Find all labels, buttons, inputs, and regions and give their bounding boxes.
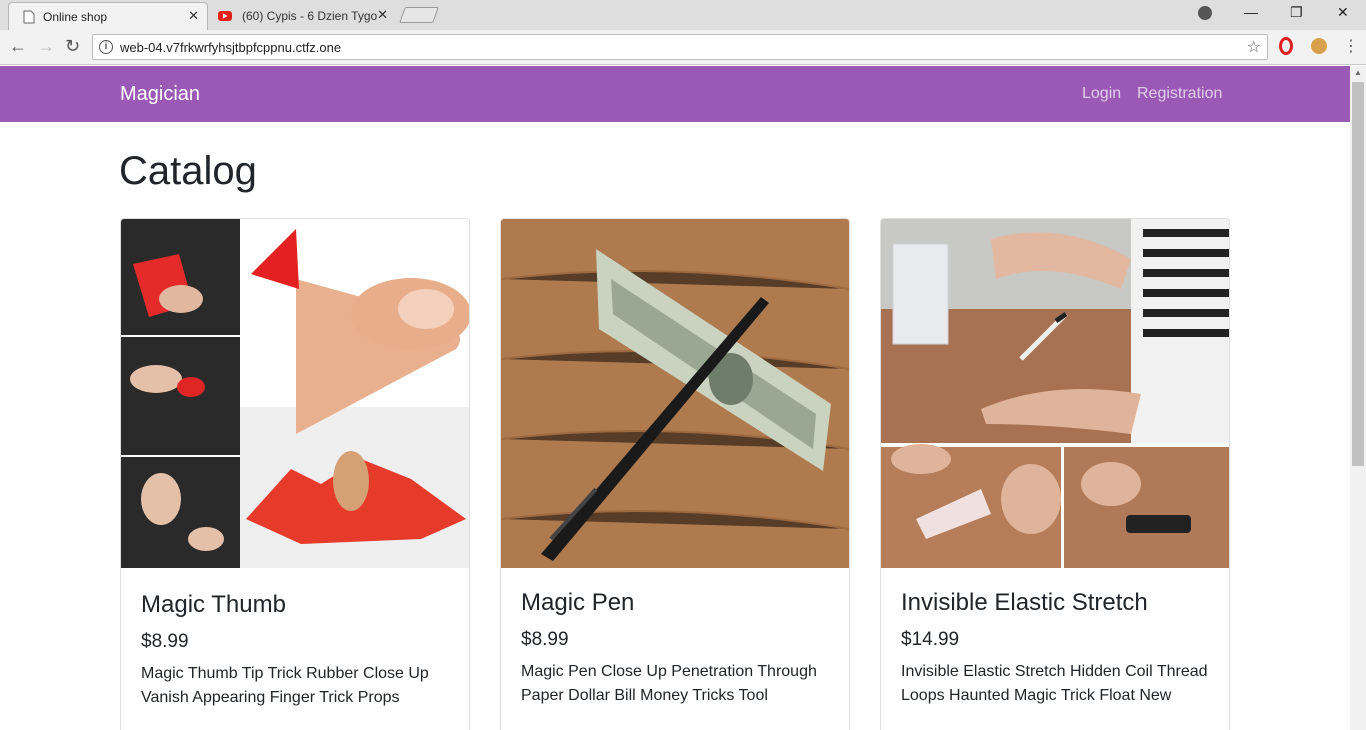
product-description: Magic Pen Close Up Penetration Through P… <box>521 663 817 704</box>
registration-link[interactable]: Registration <box>1137 85 1222 103</box>
close-tab-icon[interactable]: ✕ <box>188 8 199 24</box>
scrollbar-thumb[interactable] <box>1352 82 1364 466</box>
forward-icon[interactable]: → <box>37 36 55 57</box>
new-tab-button[interactable] <box>399 7 439 23</box>
address-bar[interactable]: i web-04.v7frkwrfyhsjtbpfcppnu.ctfz.one … <box>92 34 1268 60</box>
brand-link[interactable]: Magician <box>120 83 200 106</box>
product-card[interactable]: Magic Pen $8.99 Magic Pen Close Up Penet… <box>500 218 850 730</box>
page-icon <box>23 10 35 24</box>
close-window-icon[interactable]: ✕ <box>1337 4 1349 21</box>
product-price: $8.99 <box>521 629 569 650</box>
product-card[interactable]: Magic Thumb $8.99 Magic Thumb Tip Trick … <box>120 218 470 730</box>
product-name[interactable]: Magic Thumb <box>141 591 286 619</box>
tab-title: Online shop <box>43 9 108 24</box>
product-price: $8.99 <box>141 631 189 652</box>
youtube-icon <box>218 11 232 21</box>
restore-icon[interactable]: ❐ <box>1290 4 1303 21</box>
menu-icon[interactable]: ⋮ <box>1343 36 1359 56</box>
site-navbar: Magician Login Registration <box>0 66 1350 122</box>
invisible-elastic-image[interactable] <box>881 219 1229 568</box>
page-viewport: Magician Login Registration Catalog Magi… <box>0 66 1350 730</box>
close-tab-icon[interactable]: ✕ <box>377 7 388 23</box>
tab-strip: Online shop ✕ (60) Cypis - 6 Dzien Tygo … <box>0 0 1366 30</box>
product-card[interactable]: Invisible Elastic Stretch $14.99 Invisib… <box>880 218 1230 730</box>
magic-pen-image[interactable] <box>501 219 849 568</box>
profile-icon[interactable] <box>1198 6 1212 20</box>
product-price: $14.99 <box>901 629 960 650</box>
info-icon[interactable]: i <box>99 40 113 54</box>
cookie-extension-icon[interactable] <box>1311 38 1327 54</box>
browser-toolbar: ← → ↻ i web-04.v7frkwrfyhsjtbpfcppnu.ctf… <box>0 30 1366 65</box>
scroll-up-icon[interactable]: ▲ <box>1354 68 1362 77</box>
url-text[interactable]: web-04.v7frkwrfyhsjtbpfcppnu.ctfz.one <box>120 40 341 55</box>
page-title: Catalog <box>119 149 257 193</box>
minimize-icon[interactable]: — <box>1244 4 1258 20</box>
page-scrollbar[interactable]: ▲ <box>1350 66 1366 730</box>
tab-title: (60) Cypis - 6 Dzien Tygo <box>242 9 378 23</box>
back-icon[interactable]: ← <box>9 36 27 57</box>
login-link[interactable]: Login <box>1082 85 1121 103</box>
bookmark-star-icon[interactable]: ☆ <box>1247 37 1261 57</box>
opera-extension-icon[interactable] <box>1279 37 1293 55</box>
reload-icon[interactable]: ↻ <box>65 36 80 57</box>
magic-thumb-image[interactable] <box>121 219 469 568</box>
product-name[interactable]: Invisible Elastic Stretch <box>901 589 1148 617</box>
tab-online-shop[interactable]: Online shop ✕ <box>8 2 208 30</box>
product-description: Invisible Elastic Stretch Hidden Coil Th… <box>901 663 1208 704</box>
product-description: Magic Thumb Tip Trick Rubber Close Up Va… <box>141 665 429 706</box>
product-name[interactable]: Magic Pen <box>521 589 634 617</box>
tab-youtube[interactable]: (60) Cypis - 6 Dzien Tygo ✕ <box>206 2 396 30</box>
